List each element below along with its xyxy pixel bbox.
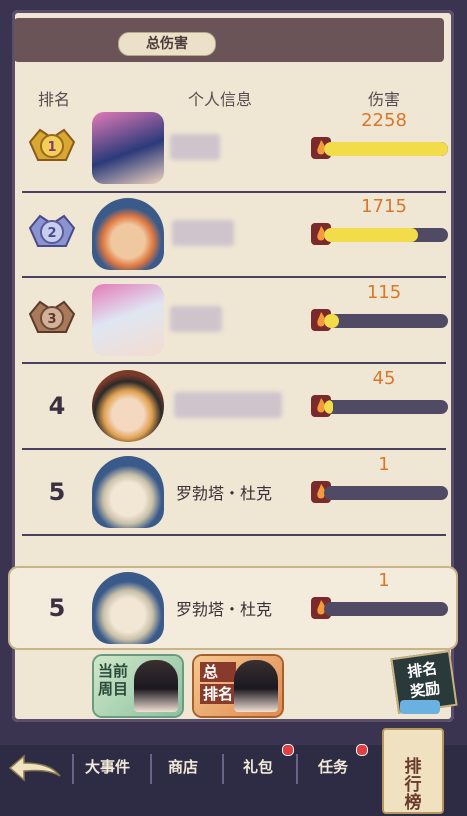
damage-value: 1 <box>378 454 390 475</box>
svg-text:2: 2 <box>47 226 56 241</box>
nav-separator <box>296 754 298 784</box>
gold-medal-icon: 1 <box>28 128 76 161</box>
tab-current-week-label-1: 当前 <box>98 662 129 680</box>
damage-bar-fill <box>324 228 419 242</box>
player-avatar[interactable] <box>92 198 164 270</box>
row-divider <box>22 534 446 536</box>
notification-dot <box>356 744 368 756</box>
blurred-name <box>174 392 282 418</box>
ranking-row-4[interactable]: 4 45 <box>22 366 448 450</box>
nav-ranking-label: 排行榜 <box>404 757 422 813</box>
player-avatar[interactable] <box>92 370 164 442</box>
damage-bar-fill <box>324 314 339 328</box>
damage-value: 115 <box>366 282 402 303</box>
nav-gift[interactable]: 礼包 <box>243 756 273 777</box>
notification-dot <box>282 744 294 756</box>
nav-ranking[interactable]: 排行榜 <box>382 728 444 814</box>
row-divider <box>22 448 446 450</box>
ranking-row-2[interactable]: 2 1715 <box>22 194 448 278</box>
my-rank-row: 5 罗勃塔・杜克 1 <box>22 568 448 652</box>
ranking-row-3[interactable]: 3 115 <box>22 280 448 364</box>
damage-value: 1715 <box>361 196 407 217</box>
player-avatar[interactable] <box>92 284 164 356</box>
page-title: 总伤害 <box>118 32 216 56</box>
damage-header: 伤害 <box>368 90 401 109</box>
back-arrow-icon[interactable] <box>6 750 64 790</box>
tab-total-label-1: 总 <box>200 662 237 682</box>
player-avatar[interactable] <box>92 112 164 184</box>
damage-bar <box>324 228 448 242</box>
damage-value: 45 <box>372 368 396 389</box>
my-name: 罗勃塔・杜克 <box>176 600 273 619</box>
nav-events[interactable]: 大事件 <box>85 756 130 777</box>
my-damage-bar <box>324 602 448 616</box>
blurred-name <box>170 134 220 160</box>
rank-number: 4 <box>48 392 66 420</box>
tab-current-week-label-2: 周目 <box>98 680 129 698</box>
nav-separator <box>72 754 74 784</box>
character-portrait <box>234 660 278 712</box>
nav-separator <box>150 754 152 784</box>
ranking-row-1[interactable]: 1 2258 <box>22 108 448 192</box>
blurred-name <box>170 306 222 332</box>
rank-number: 5 <box>48 478 66 506</box>
player-avatar[interactable] <box>92 456 164 528</box>
damage-bar <box>324 400 448 414</box>
gem-icon <box>400 700 440 714</box>
ranking-reward-button[interactable]: 排名 奖励 <box>386 650 458 718</box>
damage-bar <box>324 142 448 156</box>
my-rank-number: 5 <box>48 594 66 622</box>
player-name: 罗勃塔・杜克 <box>176 484 273 503</box>
info-header: 个人信息 <box>188 90 253 109</box>
bronze-medal-icon: 3 <box>28 300 76 333</box>
blurred-name <box>172 220 234 246</box>
ranking-row-5[interactable]: 5 罗勃塔・杜克 1 <box>22 452 448 536</box>
damage-bar <box>324 314 448 328</box>
header-bar <box>14 18 444 62</box>
nav-separator <box>222 754 224 784</box>
silver-medal-icon: 2 <box>28 214 76 247</box>
row-divider <box>22 276 446 278</box>
damage-value: 2258 <box>361 110 407 131</box>
svg-text:1: 1 <box>47 140 56 155</box>
nav-shop[interactable]: 商店 <box>168 756 198 777</box>
damage-bar <box>324 486 448 500</box>
damage-bar-fill <box>324 142 448 156</box>
tab-total-ranking[interactable]: 总 排名 <box>194 656 282 716</box>
character-portrait <box>134 660 178 712</box>
row-divider <box>22 191 446 193</box>
nav-task[interactable]: 任务 <box>318 756 348 777</box>
my-damage-value: 1 <box>378 570 390 591</box>
rank-header: 排名 <box>38 90 71 109</box>
svg-text:3: 3 <box>47 312 56 327</box>
damage-bar-fill <box>324 400 333 414</box>
tab-total-label-2: 排名 <box>200 684 237 704</box>
my-avatar[interactable] <box>92 572 164 644</box>
tab-current-week[interactable]: 当前 周目 <box>94 656 182 716</box>
row-divider <box>22 362 446 364</box>
